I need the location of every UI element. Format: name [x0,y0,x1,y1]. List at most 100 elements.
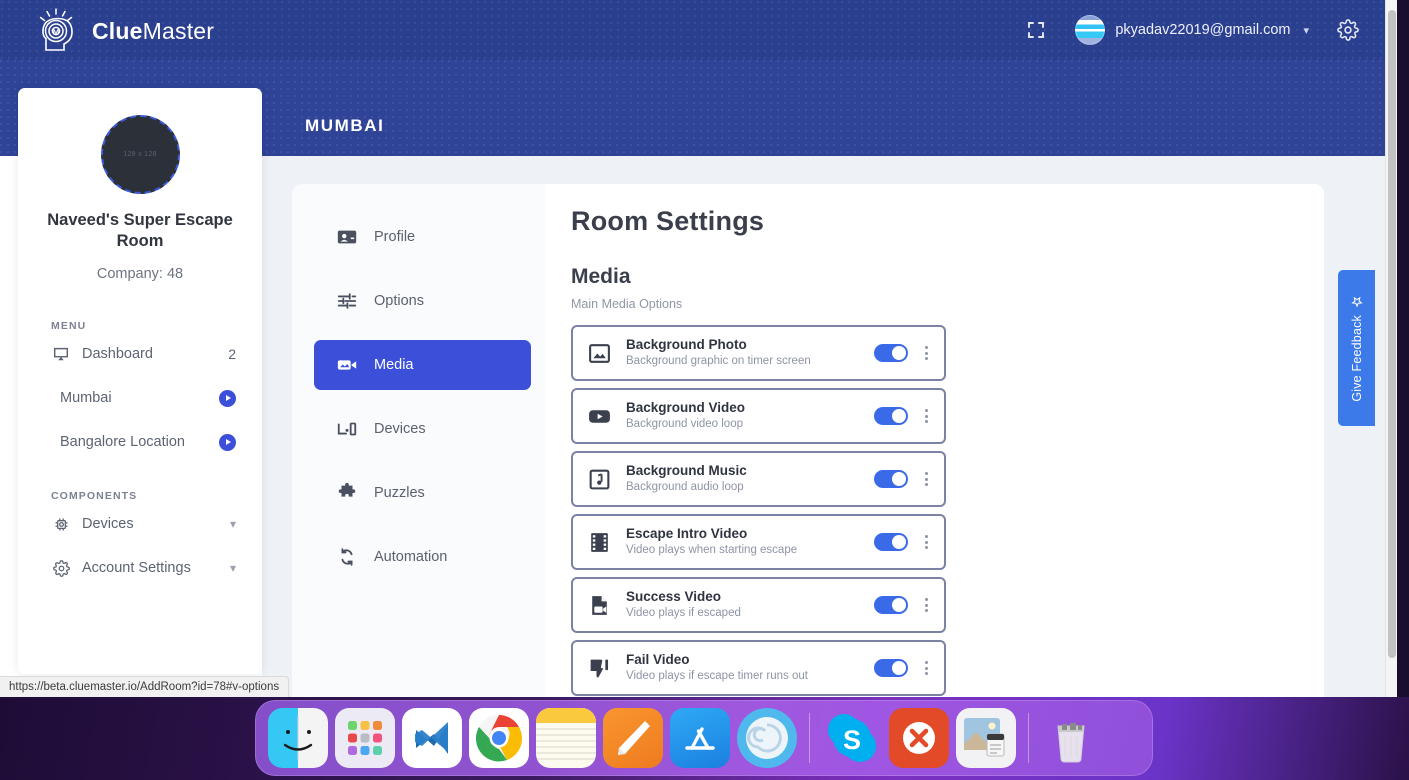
tab-label: Profile [374,229,416,245]
dock-icon-app-store[interactable] [670,708,730,768]
media-card-text: Success Video Video plays if escaped [626,588,874,622]
play-circle-icon[interactable] [219,389,236,407]
gear-icon [51,558,71,578]
sidebar-item-mumbai[interactable]: Mumbai [18,376,262,420]
give-feedback-tab[interactable]: Give Feedback [1338,270,1375,426]
sidebar-item-label: Account Settings [82,560,191,577]
banner-title: MUMBAI [305,116,385,135]
overflow-menu-icon[interactable] [918,409,934,423]
app-top-bar: M ClueMaster pkyadav22019@gmail.com ▾ [0,0,1397,60]
fullscreen-icon[interactable] [1019,13,1053,47]
dock-icon-chrome[interactable] [469,708,529,768]
tab-devices[interactable]: Devices [314,404,531,454]
overflow-menu-icon[interactable] [918,472,934,486]
media-toggle[interactable] [874,470,908,488]
sidebar-item-label: Devices [82,516,134,533]
media-card-background-video[interactable]: Background Video Background video loop [571,388,946,444]
left-sidebar: 128 x 128 Naveed's Super Escape Room Com… [18,88,262,674]
tab-profile[interactable]: Profile [314,212,531,262]
dock-icon-notes[interactable] [536,708,596,768]
svg-text:M: M [53,28,59,37]
tab-options[interactable]: Options [314,276,531,326]
media-toggle[interactable] [874,659,908,677]
dock-icon-skype[interactable]: S [822,708,882,768]
media-card-title: Success Video [626,589,722,605]
dock-icon-remote-desktop[interactable] [889,708,949,768]
media-card-fail-video[interactable]: Fail Video Video plays if escape timer r… [571,640,946,696]
dashboard-badge: 2 [228,346,236,363]
give-feedback-inner: Give Feedback [1349,295,1364,402]
puzzle-piece-icon [336,482,358,504]
dock-icon-launchpad[interactable] [335,708,395,768]
brand-bold: Clue [92,17,143,44]
sidebar-item-label: Dashboard [82,346,153,363]
sidebar-item-devices[interactable]: Devices ▾ [18,502,262,546]
media-card-text: Background Photo Background graphic on t… [626,336,874,370]
sidebar-item-bangalore-location[interactable]: Bangalore Location [18,420,262,464]
room-avatar-wrap: 128 x 128 [18,115,262,194]
sliders-icon [336,290,358,312]
brand-light: Master [142,17,215,44]
overflow-menu-icon[interactable] [918,598,934,612]
chevron-down-icon: ▾ [229,517,236,532]
tab-label: Automation [374,549,448,565]
sidebar-item-dashboard[interactable]: Dashboard 2 [18,332,262,376]
tab-media[interactable]: Media [314,340,531,390]
media-toggle[interactable] [874,596,908,614]
media-toggle[interactable] [874,407,908,425]
gear-icon[interactable] [1335,17,1361,43]
brand-text: ClueMaster [92,18,214,45]
media-card-text: Fail Video Video plays if escape timer r… [626,651,874,685]
brand-logo-block[interactable]: M ClueMaster [30,5,214,57]
company-label: Company: 48 [96,266,184,283]
page-scrollbar[interactable] [1385,0,1397,697]
media-toggle[interactable] [874,533,908,551]
sync-icon [336,546,358,568]
sidebar-item-account-settings[interactable]: Account Settings ▾ [18,546,262,590]
media-card-text: Escape Intro Video Video plays when star… [626,525,874,559]
top-bar-actions: pkyadav22019@gmail.com ▾ [1019,0,1361,60]
media-card-background-photo[interactable]: Background Photo Background graphic on t… [571,325,946,381]
dock-icon-trash[interactable] [1041,708,1101,768]
settings-subnav: Profile Options Media Devices Puzzles Au… [292,184,545,697]
film-strip-icon [585,528,613,556]
dock-icon-pages[interactable] [603,708,663,768]
media-settings-column: Room Settings Media Main Media Options B… [545,184,1324,697]
media-card-title: Background Video [626,400,746,416]
svg-text:S: S [843,725,861,755]
room-avatar[interactable]: 128 x 128 [100,115,180,194]
tab-label: Devices [374,421,426,437]
section-subtitle: Main Media Options [571,297,683,311]
overflow-menu-icon[interactable] [918,346,934,360]
media-card-desc: Background graphic on timer screen [626,355,811,368]
media-card-title: Escape Intro Video [626,526,748,542]
play-circle-icon[interactable] [219,433,236,451]
dock-icon-preview[interactable] [956,708,1016,768]
dock-icon-finder[interactable] [268,708,328,768]
section-title: Media [571,265,631,288]
sidebar-item-label: Mumbai [60,390,112,407]
tab-label: Puzzles [374,485,425,501]
dock-icon-snail[interactable] [737,708,797,768]
tab-puzzles[interactable]: Puzzles [314,468,531,518]
media-card-escape-intro-video[interactable]: Escape Intro Video Video plays when star… [571,514,946,570]
contact-card-icon [336,226,358,248]
settings-panel: Profile Options Media Devices Puzzles Au… [292,184,1324,697]
overflow-menu-icon[interactable] [918,661,934,675]
media-toggle[interactable] [874,344,908,362]
media-card-success-video[interactable]: Success Video Video plays if escaped [571,577,946,633]
give-feedback-label: Give Feedback [1349,314,1364,402]
dock-icon-vscode[interactable] [402,708,462,768]
overflow-menu-icon[interactable] [918,535,934,549]
macos-dock: S [255,700,1153,776]
account-menu[interactable]: pkyadav22019@gmail.com ▾ [1075,15,1309,45]
media-card-desc: Background video loop [626,418,743,431]
tab-automation[interactable]: Automation [314,532,531,582]
scrollbar-thumb[interactable] [1388,10,1396,658]
media-card-background-music[interactable]: Background Music Background audio loop [571,451,946,507]
media-card-desc: Video plays if escaped [626,607,741,620]
components-section-label: COMPONENTS [51,490,138,503]
room-name: Naveed's Super Escape Room [47,211,233,250]
account-email: pkyadav22019@gmail.com [1115,22,1291,38]
media-card-desc: Background audio loop [626,481,744,494]
